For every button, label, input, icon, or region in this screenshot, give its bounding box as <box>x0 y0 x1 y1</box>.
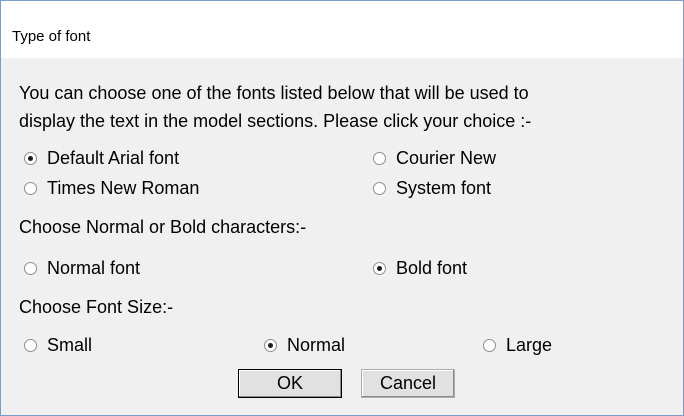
size-heading: Choose Font Size:- <box>19 297 174 317</box>
radio-label: Default Arial font <box>47 148 180 168</box>
radio-small[interactable]: Small <box>24 334 92 356</box>
radio-button-icon <box>373 181 386 195</box>
instructions-line-1: You can choose one of the fonts listed b… <box>19 83 529 103</box>
radio-button-icon <box>483 338 496 352</box>
radio-button-icon <box>24 261 37 275</box>
cancel-button[interactable]: Cancel <box>361 369 455 398</box>
radio-label: Bold font <box>396 258 468 278</box>
radio-bold-font[interactable]: Bold font <box>373 257 467 279</box>
radio-button-icon <box>24 181 37 195</box>
radio-label: Small <box>47 335 93 355</box>
radio-label: Normal <box>287 335 346 355</box>
radio-label: Courier New <box>396 148 497 168</box>
radio-courier-new[interactable]: Courier New <box>373 147 496 169</box>
radio-label: System font <box>396 178 492 198</box>
instructions-line-2: display the text in the model sections. … <box>19 111 532 131</box>
title-bar[interactable]: Type of font <box>1 1 683 58</box>
ok-button[interactable]: OK <box>238 369 342 398</box>
instructions: You can choose one of the fonts listed b… <box>19 79 669 135</box>
radio-times-new-roman[interactable]: Times New Roman <box>24 177 199 199</box>
radio-button-icon <box>373 261 386 275</box>
weight-heading: Choose Normal or Bold characters:- <box>19 217 307 237</box>
radio-large[interactable]: Large <box>483 334 552 356</box>
font-dialog: Type of font You can choose one of the f… <box>0 0 684 416</box>
radio-normal-size[interactable]: Normal <box>264 334 345 356</box>
radio-label: Normal font <box>47 258 141 278</box>
radio-button-icon <box>24 151 37 165</box>
radio-button-icon <box>373 151 386 165</box>
radio-system-font[interactable]: System font <box>373 177 491 199</box>
radio-default-arial[interactable]: Default Arial font <box>24 147 179 169</box>
dialog-title: Type of font <box>12 28 91 45</box>
radio-button-icon <box>264 338 277 352</box>
radio-label: Large <box>506 335 553 355</box>
radio-normal-font[interactable]: Normal font <box>24 257 140 279</box>
radio-button-icon <box>24 338 37 352</box>
radio-label: Times New Roman <box>47 178 200 198</box>
